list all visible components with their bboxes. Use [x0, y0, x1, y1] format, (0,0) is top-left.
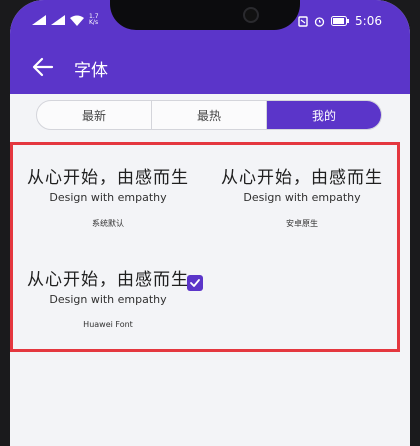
- tab-hottest[interactable]: 最热: [152, 101, 267, 129]
- font-preview-en: Design with empathy: [243, 191, 361, 204]
- status-left: 1.7 K/s: [32, 14, 99, 26]
- font-name: 系统默认: [92, 219, 124, 228]
- font-preview-en: Design with empathy: [49, 293, 167, 306]
- clock: 5:06: [355, 14, 382, 28]
- font-name: Huawei Font: [83, 320, 133, 329]
- signal-icon: [51, 15, 65, 25]
- battery-icon: [331, 16, 350, 26]
- tab-mine[interactable]: 我的: [267, 101, 381, 129]
- camera-notch: [110, 0, 300, 30]
- main-content: 最新 最热 我的 从心开始，由感而生 Design with empathy 系…: [10, 94, 410, 446]
- selected-checkbox[interactable]: [187, 275, 203, 291]
- phone-screen: 1.7 K/s 5:06 字体 最新 最热 我的 从心开始，由感而生 Desig…: [10, 0, 410, 446]
- font-name: 安卓原生: [286, 219, 318, 228]
- font-card-system-default[interactable]: 从心开始，由感而生 Design with empathy 系统默认: [27, 163, 189, 229]
- status-right: 5:06: [298, 14, 382, 28]
- app-header: 1.7 K/s 5:06 字体: [10, 0, 410, 94]
- font-preview-cn: 从心开始，由感而生: [221, 168, 383, 188]
- alarm-icon: [314, 16, 325, 27]
- back-arrow-icon: [32, 57, 54, 77]
- tab-latest[interactable]: 最新: [37, 101, 152, 129]
- front-camera: [243, 7, 259, 23]
- nfc-icon: [298, 15, 308, 27]
- font-card-huawei[interactable]: 从心开始，由感而生 Design with empathy Huawei Fon…: [27, 265, 189, 329]
- signal-icon: [32, 15, 46, 25]
- checkbox-checked-icon: [190, 279, 200, 287]
- back-button[interactable]: [30, 54, 56, 80]
- font-card-android[interactable]: 从心开始，由感而生 Design with empathy 安卓原生: [221, 163, 383, 229]
- font-preview-cn: 从心开始，由感而生: [27, 270, 189, 290]
- page-title: 字体: [74, 61, 108, 81]
- wifi-icon: [70, 15, 84, 26]
- font-preview-en: Design with empathy: [49, 191, 167, 204]
- font-preview-cn: 从心开始，由感而生: [27, 168, 189, 188]
- tab-bar: 最新 最热 我的: [36, 100, 382, 130]
- highlight-box: 从心开始，由感而生 Design with empathy 系统默认 从心开始，…: [10, 142, 400, 352]
- network-speed: 1.7 K/s: [89, 13, 99, 26]
